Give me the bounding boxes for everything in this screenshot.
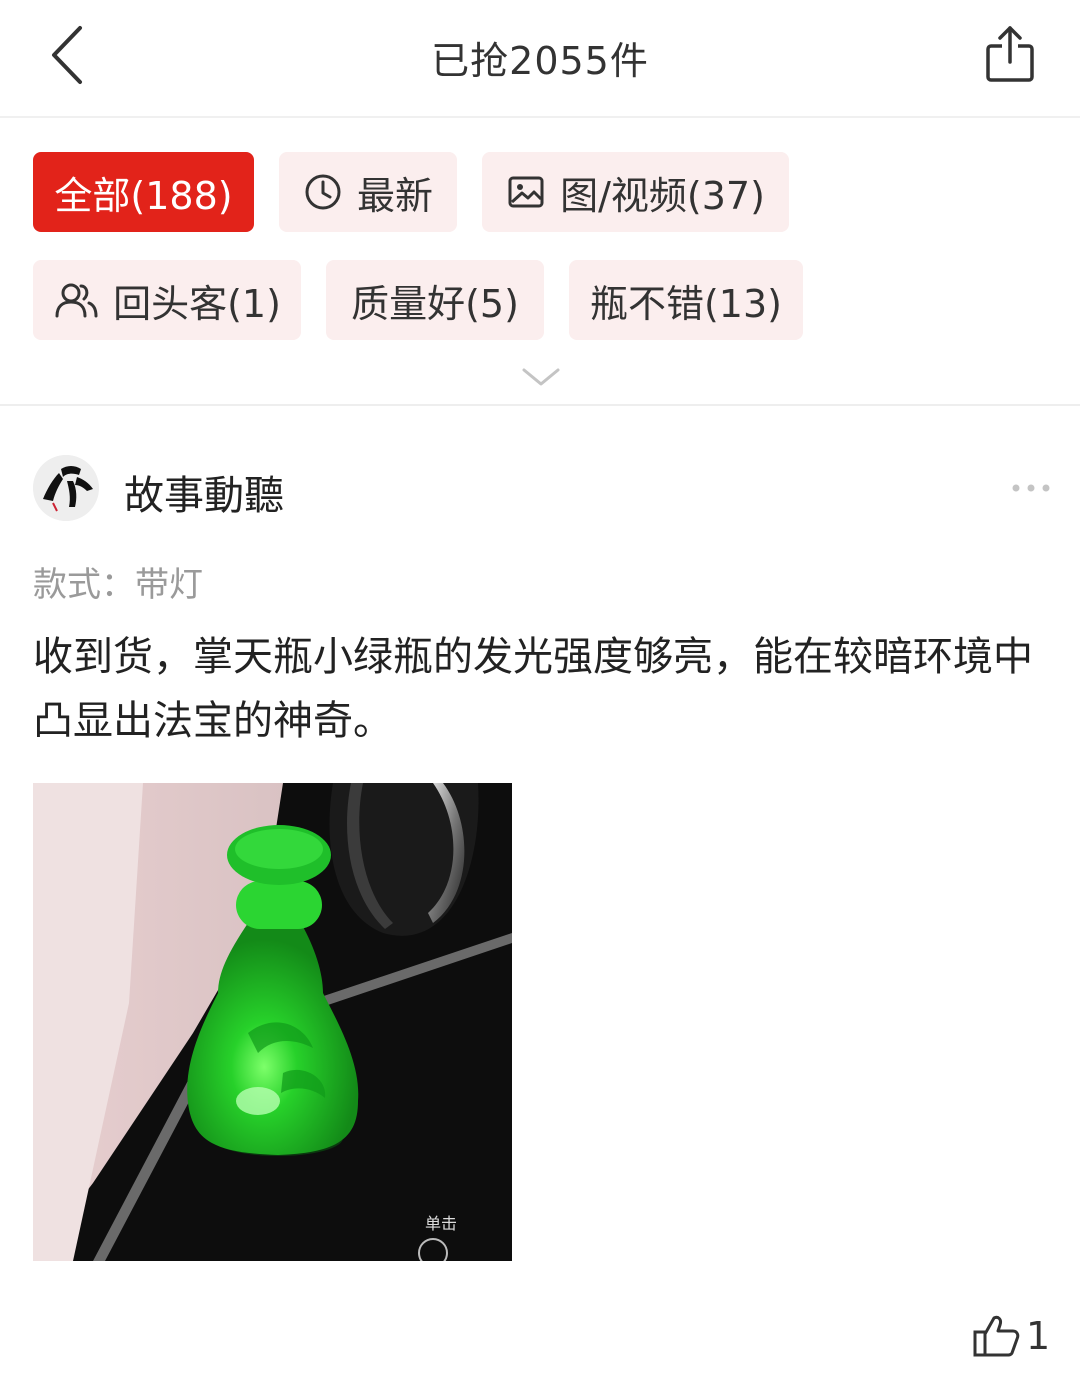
like-count: 1 — [1026, 1314, 1051, 1358]
filter-latest-label: 最新 — [356, 173, 433, 218]
filter-quality-label: 质量好(5) — [351, 281, 519, 326]
avatar[interactable] — [33, 455, 99, 521]
product-variant: 款式：带灯 — [33, 565, 203, 605]
clock-icon — [303, 172, 343, 212]
filter-all-label: 全部(188) — [54, 173, 233, 218]
more-icon — [1012, 484, 1050, 492]
filter-media-label: 图/视频(37) — [560, 173, 765, 218]
image-icon — [506, 172, 546, 212]
share-icon — [986, 26, 1034, 82]
filter-bottle[interactable]: 瓶不错(13) — [569, 260, 803, 340]
share-button[interactable] — [982, 24, 1040, 86]
chevron-down-icon — [522, 368, 560, 386]
thumbs-up-icon — [973, 1315, 1020, 1357]
filter-latest[interactable]: 最新 — [279, 152, 457, 232]
filter-returning-label: 回头客(1) — [113, 281, 281, 326]
filter-all[interactable]: 全部(188) — [33, 152, 254, 232]
filter-quality[interactable]: 质量好(5) — [326, 260, 544, 340]
filter-returning[interactable]: 回头客(1) — [33, 260, 301, 340]
filter-bottle-label: 瓶不错(13) — [589, 281, 782, 326]
reviewer-name: 故事動聽 — [124, 473, 284, 519]
like-button[interactable]: 1 — [972, 1312, 1050, 1360]
filter-media[interactable]: 图/视频(37) — [482, 152, 789, 232]
expand-filters-button[interactable] — [518, 362, 564, 392]
review-page: 已抢2055件 全部(188) 最新 图/视频(37) 回头客(1) 质量好(5… — [0, 0, 1080, 1388]
review-text: 收到货，掌天瓶小绿瓶的发光强度够亮，能在较暗环境中凸显出法宝的神奇。 — [33, 634, 1033, 744]
section-divider — [0, 404, 1080, 406]
users-icon — [53, 280, 99, 320]
more-options-button[interactable] — [1008, 478, 1054, 498]
page-title: 已抢2055件 — [431, 39, 649, 83]
review-photo[interactable]: 单击 — [33, 783, 512, 1261]
top-bar: 已抢2055件 — [0, 0, 1080, 118]
svg-text:单击: 单击 — [425, 1214, 457, 1233]
